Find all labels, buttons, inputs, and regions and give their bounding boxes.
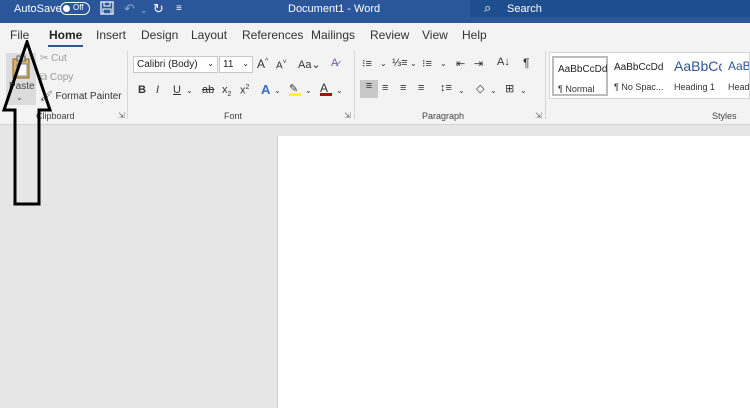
strikethrough-icon[interactable]: ab: [202, 84, 214, 96]
underline-icon[interactable]: U: [173, 84, 181, 96]
tab-review[interactable]: Review: [370, 28, 409, 42]
search-label: Search: [507, 3, 542, 15]
style-heading-2[interactable]: AaBb Headi: [724, 56, 749, 96]
italic-icon[interactable]: I: [156, 84, 159, 96]
chevron-down-icon: ⌄: [242, 59, 249, 68]
ribbon-home: Paste ⌄ ✂ Cut ⧉ Copy 🖌 Format Painter Cl…: [0, 47, 750, 125]
style-normal[interactable]: AaBbCcDd ¶ Normal: [552, 56, 608, 96]
font-color-icon[interactable]: A: [320, 81, 332, 96]
align-center-icon[interactable]: ≡: [382, 82, 388, 94]
chevron-down-icon[interactable]: ⌄: [186, 86, 193, 95]
numbering-icon[interactable]: ⅓≡: [392, 57, 408, 69]
align-left-icon[interactable]: ≡: [360, 80, 378, 98]
style-no-spacing[interactable]: AaBbCcDd ¶ No Spac...: [610, 56, 668, 96]
search-icon: ⌕: [484, 0, 492, 15]
sort-icon[interactable]: A↓: [497, 56, 510, 68]
style-name: Heading 1: [674, 82, 716, 92]
chevron-down-icon[interactable]: ⌄: [274, 86, 281, 95]
font-group-label: Font: [224, 111, 243, 121]
undo-dropdown-icon[interactable]: ⌄: [140, 5, 148, 16]
tab-design[interactable]: Design: [141, 28, 178, 42]
bold-icon[interactable]: B: [138, 84, 146, 96]
tab-help[interactable]: Help: [462, 28, 487, 42]
save-icon[interactable]: [100, 1, 114, 18]
shading-icon[interactable]: ◇: [476, 82, 484, 95]
font-size-combo[interactable]: 11 ⌄: [219, 56, 253, 73]
borders-icon[interactable]: ⊞: [505, 82, 514, 95]
clipboard-launcher-icon[interactable]: ⇲: [118, 111, 125, 120]
ribbon-tabs: File Home Insert Design Layout Reference…: [0, 23, 750, 47]
superscript-icon[interactable]: x2: [240, 84, 249, 97]
arrow-up-icon: [1, 40, 53, 206]
style-name: ¶ No Spac...: [614, 82, 664, 92]
align-right-icon[interactable]: ≡: [400, 82, 406, 94]
increase-indent-icon[interactable]: ⇥: [474, 57, 483, 70]
toggle-knob: [63, 5, 70, 12]
tab-layout[interactable]: Layout: [191, 28, 227, 42]
font-launcher-icon[interactable]: ⇲: [344, 111, 351, 120]
font-name-value: Calibri (Body): [137, 59, 198, 70]
chevron-down-icon[interactable]: ⌄: [305, 86, 312, 95]
divider: [545, 51, 546, 119]
tab-mailings[interactable]: Mailings: [311, 28, 355, 42]
chevron-down-icon[interactable]: ⌄: [380, 59, 387, 68]
chevron-down-icon[interactable]: ⌄: [520, 86, 527, 95]
justify-icon[interactable]: ≡: [418, 82, 424, 94]
document-page[interactable]: [277, 136, 750, 408]
highlight-icon[interactable]: ✎: [289, 82, 301, 96]
tab-insert[interactable]: Insert: [96, 28, 126, 42]
tab-references[interactable]: References: [242, 28, 303, 42]
style-sample: AaBbCcDd: [558, 64, 608, 75]
font-name-combo[interactable]: Calibri (Body) ⌄: [133, 56, 218, 73]
shrink-font-icon[interactable]: A˅: [276, 59, 287, 71]
clear-formatting-icon[interactable]: A̷: [331, 57, 338, 69]
autosave-label: AutoSave: [14, 3, 62, 15]
chevron-down-icon[interactable]: ⌄: [490, 86, 497, 95]
text-effects-icon[interactable]: A: [261, 82, 270, 97]
chevron-down-icon: ⌄: [207, 59, 214, 68]
chevron-down-icon[interactable]: ⌄: [458, 86, 465, 95]
style-name: Headi: [728, 82, 749, 92]
undo-icon[interactable]: ↶: [124, 1, 135, 17]
styles-gallery: AaBbCcDd ¶ Normal AaBbCcDd ¶ No Spac... …: [549, 52, 750, 99]
divider: [127, 51, 128, 119]
customize-qat-icon[interactable]: ≡: [176, 3, 182, 14]
subscript-icon[interactable]: x2: [222, 84, 231, 98]
chevron-down-icon[interactable]: ⌄: [336, 86, 343, 95]
chevron-down-icon[interactable]: ⌄: [410, 59, 417, 68]
bullets-icon[interactable]: ⁝≡: [362, 57, 372, 70]
line-spacing-icon[interactable]: ↕≡: [440, 82, 452, 94]
font-size-value: 11: [223, 59, 234, 70]
multilevel-list-icon[interactable]: ⁝≡: [422, 57, 432, 70]
divider: [354, 51, 355, 119]
chevron-down-icon[interactable]: ⌄: [440, 59, 447, 68]
document-title: Document1 - Word: [288, 3, 381, 15]
style-sample: AaBb: [728, 59, 749, 73]
change-case-icon[interactable]: Aa⌄: [298, 58, 321, 71]
styles-group-label: Styles: [712, 111, 737, 121]
autosave-state: Off: [73, 3, 84, 12]
autosave-toggle[interactable]: Off: [60, 2, 90, 15]
style-name: ¶ Normal: [558, 84, 595, 94]
style-sample: AaBbCcDd: [614, 62, 664, 73]
decrease-indent-icon[interactable]: ⇤: [456, 57, 465, 70]
title-bar: AutoSave Off ↶ ⌄ ↻ ≡ Document1 - Word ⌕ …: [0, 0, 750, 23]
paragraph-launcher-icon[interactable]: ⇲: [535, 111, 542, 120]
document-area: [0, 125, 750, 408]
grow-font-icon[interactable]: A^: [257, 57, 268, 71]
style-heading-1[interactable]: AaBbCc Heading 1: [670, 56, 722, 96]
show-formatting-icon[interactable]: ¶: [523, 56, 529, 70]
tab-view[interactable]: View: [422, 28, 448, 42]
search-box[interactable]: ⌕ Search: [470, 0, 750, 17]
redo-icon[interactable]: ↻: [153, 1, 164, 17]
format-painter-label: Format Painter: [55, 91, 122, 102]
paragraph-group-label: Paragraph: [422, 111, 465, 121]
style-sample: AaBbCc: [674, 58, 722, 74]
